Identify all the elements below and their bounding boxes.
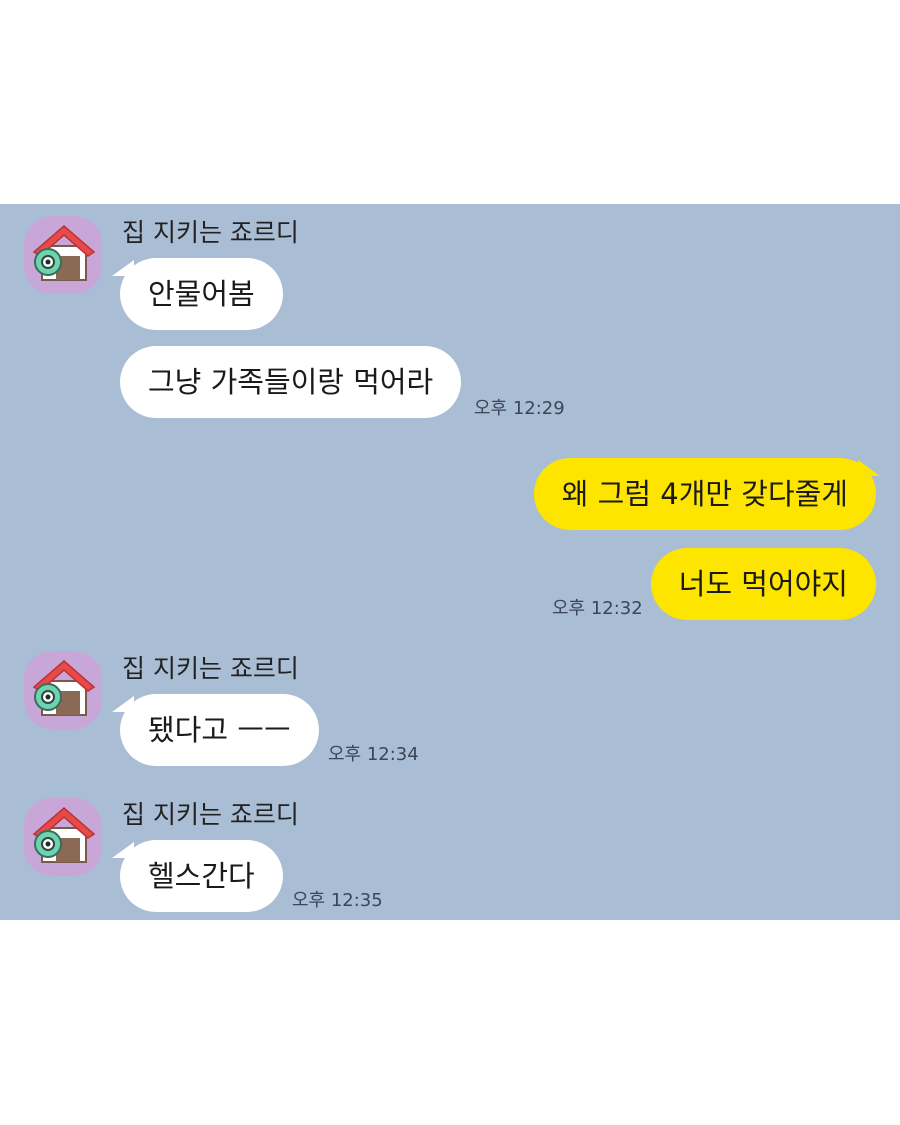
- sender-name: 집 지키는 죠르디: [122, 218, 299, 247]
- sender-name: 집 지키는 죠르디: [122, 654, 299, 683]
- incoming-message-bubble[interactable]: 그냥 가족들이랑 먹어라: [120, 346, 462, 418]
- chat-room[interactable]: 집 지키는 죠르디 안물어봄 그냥 가족들이랑 먹어라 오후 12:29 왜 그…: [0, 204, 900, 920]
- sender-name: 집 지키는 죠르디: [122, 800, 299, 829]
- message-timestamp: 오후 12:35: [292, 890, 383, 911]
- incoming-message-bubble[interactable]: 안물어봄: [120, 258, 283, 330]
- message-timestamp: 오후 12:29: [474, 398, 565, 419]
- sender-avatar[interactable]: [24, 216, 102, 294]
- house-character-icon: [32, 807, 96, 863]
- house-character-icon: [32, 225, 96, 281]
- sender-avatar[interactable]: [24, 651, 102, 729]
- incoming-message-bubble[interactable]: 됐다고 ㅡㅡ: [120, 694, 319, 766]
- screenshot-page: 집 지키는 죠르디 안물어봄 그냥 가족들이랑 먹어라 오후 12:29 왜 그…: [0, 0, 900, 1125]
- sender-avatar[interactable]: [24, 798, 102, 876]
- message-timestamp: 오후 12:32: [552, 598, 643, 619]
- message-timestamp: 오후 12:34: [328, 744, 419, 765]
- outgoing-message-bubble[interactable]: 왜 그럼 4개만 갖다줄게: [533, 458, 876, 530]
- house-character-icon: [32, 660, 96, 716]
- incoming-message-bubble[interactable]: 헬스간다: [120, 840, 283, 912]
- outgoing-message-bubble[interactable]: 너도 먹어야지: [650, 548, 876, 620]
